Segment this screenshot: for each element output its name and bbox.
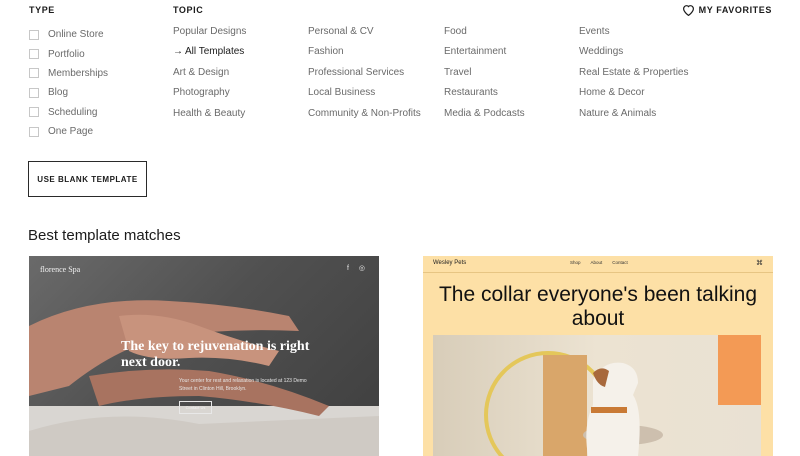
topic-link[interactable]: Community & Non-Profits — [308, 107, 421, 127]
topic-link[interactable]: Popular Designs — [173, 25, 246, 45]
topic-column-3: Food Entertainment Travel Restaurants Me… — [444, 25, 525, 127]
topic-column-2: Personal & CV Fashion Professional Servi… — [308, 25, 421, 127]
type-filter-list: Online Store Portfolio Memberships Blog … — [29, 25, 108, 141]
type-filter-memberships[interactable]: Memberships — [29, 64, 108, 83]
template-card-spa[interactable]: florence Spa f ◎ The key to rejuvenation… — [29, 256, 379, 456]
checkbox[interactable] — [29, 126, 39, 137]
pets-nav-item: Contact — [612, 260, 628, 265]
topic-link[interactable]: Real Estate & Properties — [579, 66, 689, 86]
topic-link[interactable]: Nature & Animals — [579, 107, 689, 127]
topic-column-4: Events Weddings Real Estate & Properties… — [579, 25, 689, 127]
topic-link[interactable]: Media & Podcasts — [444, 107, 525, 127]
spa-social-icons: f ◎ — [347, 265, 369, 272]
type-header: TYPE — [29, 5, 55, 15]
pets-nav: Shop About Contact — [570, 260, 628, 265]
topic-link[interactable]: Events — [579, 25, 689, 45]
template-card-pets[interactable]: Wesley Pets Shop About Contact ⌘ The col… — [423, 256, 773, 456]
pets-header-bar: Wesley Pets Shop About Contact ⌘ — [423, 256, 773, 273]
topic-link[interactable]: Professional Services — [308, 66, 421, 86]
pets-nav-item: Shop — [570, 260, 581, 265]
heart-icon — [682, 5, 694, 16]
checkbox[interactable] — [29, 87, 39, 98]
topic-link[interactable]: Entertainment — [444, 45, 525, 65]
pets-nav-item: About — [590, 260, 603, 265]
topic-link[interactable]: Travel — [444, 66, 525, 86]
topic-link[interactable]: Personal & CV — [308, 25, 421, 45]
pets-site-name: Wesley Pets — [433, 260, 467, 266]
cart-icon: ⌘ — [756, 260, 763, 267]
topic-link[interactable]: Local Business — [308, 86, 421, 106]
topic-header: TOPIC — [173, 5, 204, 15]
type-filter-one-page[interactable]: One Page — [29, 122, 108, 141]
spa-contact-button: Contact Us — [179, 401, 212, 414]
spa-subtext: Your center for rest and relaxation is l… — [179, 378, 307, 392]
topic-link[interactable]: Weddings — [579, 45, 689, 65]
spa-site-name: florence Spa — [40, 265, 81, 274]
my-favorites-link[interactable]: MY FAVORITES — [682, 4, 772, 16]
type-filter-portfolio[interactable]: Portfolio — [29, 44, 108, 63]
topic-link[interactable]: Fashion — [308, 45, 421, 65]
topic-link[interactable]: Home & Decor — [579, 86, 689, 106]
my-favorites-label: MY FAVORITES — [698, 5, 772, 15]
section-title: Best template matches — [28, 227, 181, 244]
dog-photo-illustration — [484, 335, 761, 456]
topic-link[interactable]: Art & Design — [173, 66, 246, 86]
pets-dog-image — [433, 335, 761, 456]
spa-headline: The key to rejuvenation is right next do… — [121, 339, 310, 370]
checkbox[interactable] — [29, 49, 39, 60]
arrow-right-icon: → — [173, 46, 183, 58]
type-filter-blog[interactable]: Blog — [29, 83, 108, 102]
topic-column-1: Popular Designs → All Templates Art & Des… — [173, 25, 246, 127]
checkbox[interactable] — [29, 29, 39, 40]
checkbox[interactable] — [29, 68, 39, 79]
topic-link-active[interactable]: → All Templates — [173, 45, 246, 65]
topic-link[interactable]: Photography — [173, 86, 246, 106]
topic-link[interactable]: Health & Beauty — [173, 107, 246, 127]
type-filter-online-store[interactable]: Online Store — [29, 25, 108, 44]
pets-headline: The collar everyone's been talking about — [438, 283, 758, 330]
type-filter-scheduling[interactable]: Scheduling — [29, 103, 108, 122]
checkbox[interactable] — [29, 107, 39, 118]
topic-link[interactable]: Food — [444, 25, 525, 45]
topic-link[interactable]: Restaurants — [444, 86, 525, 106]
use-blank-template-button[interactable]: USE BLANK TEMPLATE — [28, 161, 147, 197]
